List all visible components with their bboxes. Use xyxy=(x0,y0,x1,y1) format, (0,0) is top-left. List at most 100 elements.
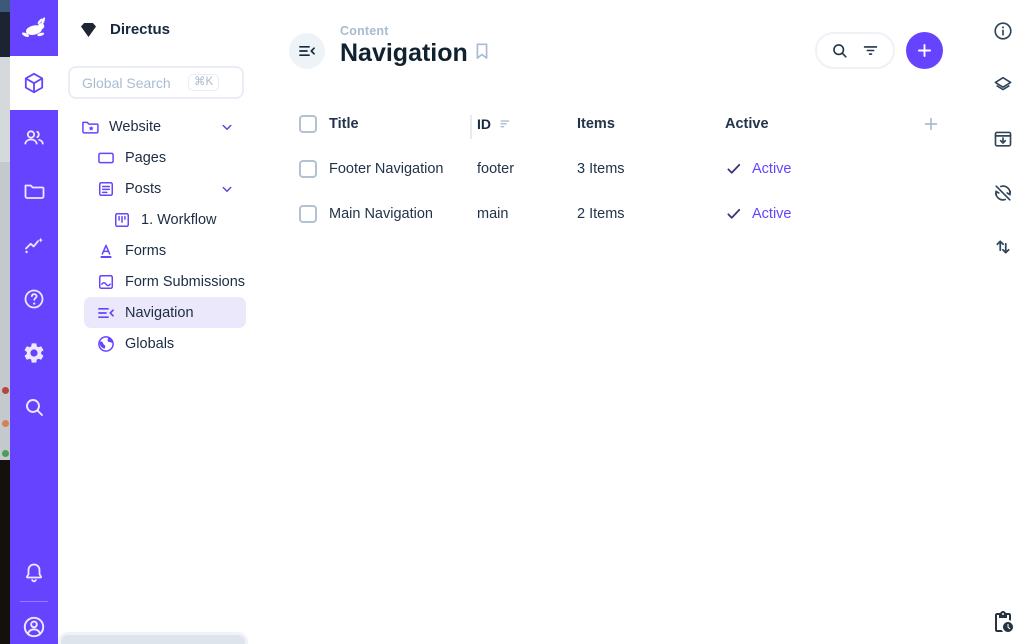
help-icon xyxy=(22,287,46,311)
nav-item-label: Website xyxy=(109,119,209,135)
search-icon[interactable] xyxy=(830,41,849,60)
cell-items: 3 Items xyxy=(577,161,725,177)
row-checkbox[interactable] xyxy=(299,205,317,223)
nav-item-label: Pages xyxy=(125,150,236,166)
menu-open-icon xyxy=(96,303,116,323)
module-bar xyxy=(10,0,58,644)
chevron-down-icon[interactable] xyxy=(218,180,236,198)
sync-disabled-button[interactable] xyxy=(978,178,1028,208)
nav-item-label: Navigation xyxy=(125,305,236,321)
plus-icon xyxy=(915,41,934,60)
nav-item-form-submissions[interactable]: Form Submissions xyxy=(84,266,246,297)
module-insights[interactable] xyxy=(10,218,58,272)
items-table: Title ID Items Active Footer Navigation … xyxy=(299,101,941,236)
kanban-icon xyxy=(112,210,132,230)
archive-download-icon xyxy=(992,128,1014,150)
module-bar-bottom xyxy=(10,553,58,644)
rabbit-icon xyxy=(17,11,51,45)
project-row[interactable]: Directus xyxy=(58,0,250,58)
collection-icon-button[interactable] xyxy=(289,33,325,69)
directus-rabbit-logo[interactable] xyxy=(10,0,58,56)
inbox-wave-icon xyxy=(96,272,116,292)
check-icon xyxy=(725,160,743,178)
notifications-button[interactable] xyxy=(10,553,58,593)
cell-active: Active xyxy=(725,160,917,178)
account-circle-icon xyxy=(21,614,47,640)
column-id-label: ID xyxy=(477,116,491,132)
column-items[interactable]: Items xyxy=(577,116,725,132)
search-icon xyxy=(22,395,46,419)
global-search[interactable]: ⌘K xyxy=(68,66,244,99)
pending-actions-button[interactable] xyxy=(978,610,1028,634)
cell-id: main xyxy=(477,206,577,222)
layers-button[interactable] xyxy=(978,70,1028,100)
module-search[interactable] xyxy=(10,380,58,434)
module-settings[interactable] xyxy=(10,326,58,380)
column-title[interactable]: Title xyxy=(329,116,477,132)
swap-vertical-icon xyxy=(992,236,1014,258)
sync-disabled-icon xyxy=(992,182,1014,204)
desktop-background-strip xyxy=(0,0,10,644)
divider xyxy=(20,601,48,602)
nav-item-navigation[interactable]: Navigation xyxy=(84,297,246,328)
column-active[interactable]: Active xyxy=(725,116,917,132)
text-format-icon xyxy=(96,241,116,261)
module-content[interactable] xyxy=(10,56,58,110)
page-title: Navigation xyxy=(340,39,468,68)
check-icon xyxy=(725,205,743,223)
bg-segment xyxy=(0,162,10,460)
nav-item-forms[interactable]: Forms xyxy=(84,235,246,266)
info-icon xyxy=(992,20,1014,42)
select-all-checkbox[interactable] xyxy=(299,115,317,133)
nav-item-label: Globals xyxy=(125,336,236,352)
cell-items: 2 Items xyxy=(577,206,725,222)
active-label: Active xyxy=(752,206,792,222)
add-column-button[interactable] xyxy=(917,114,941,134)
sort-button[interactable] xyxy=(978,232,1028,262)
import-export-button[interactable] xyxy=(978,124,1028,154)
bg-segment xyxy=(0,12,10,57)
create-item-button[interactable] xyxy=(906,32,943,69)
folder-icon xyxy=(22,179,46,203)
column-id[interactable]: ID xyxy=(477,116,577,132)
keyboard-shortcut-badge: ⌘K xyxy=(188,74,219,92)
bg-dot xyxy=(2,420,9,427)
bookmark-icon[interactable] xyxy=(472,40,492,62)
bg-dot xyxy=(2,450,9,457)
filter-icon[interactable] xyxy=(861,41,880,60)
table-row[interactable]: Footer Navigation footer 3 Items Active xyxy=(299,146,941,191)
module-files[interactable] xyxy=(10,164,58,218)
status-popup xyxy=(58,632,248,644)
nav-item-label: Form Submissions xyxy=(125,274,245,290)
bell-icon xyxy=(22,561,46,585)
users-icon xyxy=(22,125,46,149)
global-search-input[interactable] xyxy=(82,75,182,91)
module-users[interactable] xyxy=(10,110,58,164)
nav-item-globals[interactable]: Globals xyxy=(84,328,246,359)
bg-segment xyxy=(0,0,10,12)
sort-icon xyxy=(498,116,513,131)
search-filter-pill xyxy=(815,32,895,69)
row-checkbox[interactable] xyxy=(299,160,317,178)
bg-dot xyxy=(2,387,9,394)
table-row[interactable]: Main Navigation main 2 Items Active xyxy=(299,191,941,236)
rectangle-icon xyxy=(96,148,116,168)
chevron-down-icon[interactable] xyxy=(218,118,236,136)
header-actions xyxy=(815,32,943,69)
module-docs[interactable] xyxy=(10,272,58,326)
project-logo-icon xyxy=(78,19,99,40)
navigation-sidebar: Directus ⌘K Website xyxy=(58,0,250,644)
cell-title: Main Navigation xyxy=(329,206,477,222)
nav-item-workflow[interactable]: 1. Workflow xyxy=(100,204,246,235)
table-header-row: Title ID Items Active xyxy=(299,101,941,146)
project-name: Directus xyxy=(110,21,170,38)
main-content: Content Navigation xyxy=(250,0,978,644)
nav-item-posts[interactable]: Posts xyxy=(84,173,246,204)
info-button[interactable] xyxy=(978,16,1028,46)
page-header: Content Navigation xyxy=(250,0,978,100)
nav-item-pages[interactable]: Pages xyxy=(84,142,246,173)
menu-open-icon xyxy=(297,41,317,61)
nav-item-website[interactable]: Website xyxy=(68,111,246,142)
user-avatar-button[interactable] xyxy=(10,610,58,644)
bg-segment xyxy=(0,460,10,644)
